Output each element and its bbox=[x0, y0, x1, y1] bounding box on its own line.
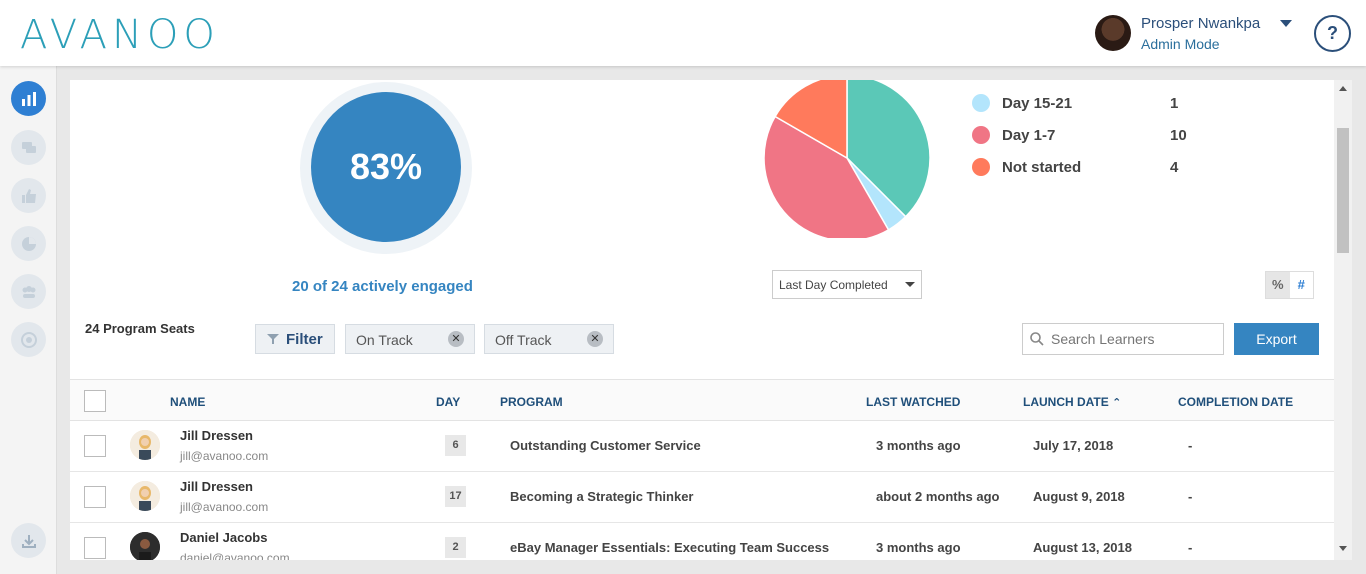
search-icon bbox=[1030, 332, 1044, 346]
column-header-name[interactable]: NAME bbox=[170, 395, 205, 409]
legend-value: 1 bbox=[1170, 94, 1179, 112]
legend-item: Day 1-7 10 bbox=[972, 125, 1187, 145]
last-watched: 3 months ago bbox=[876, 438, 961, 453]
display-toggle: % # bbox=[1265, 271, 1314, 299]
bar-chart-icon[interactable] bbox=[11, 81, 46, 116]
download-icon[interactable] bbox=[11, 523, 46, 558]
scroll-down-arrow-icon[interactable] bbox=[1339, 546, 1347, 551]
avatar bbox=[130, 430, 160, 460]
legend-dot bbox=[972, 94, 990, 112]
row-checkbox[interactable] bbox=[84, 435, 106, 457]
last-watched: 3 months ago bbox=[876, 540, 961, 555]
engagement-percent: 83% bbox=[311, 92, 461, 242]
chart-metric-select[interactable]: Last Day Completed bbox=[772, 270, 922, 299]
legend-dot bbox=[972, 126, 990, 144]
chip-label: On Track bbox=[356, 332, 413, 348]
people-icon[interactable] bbox=[11, 274, 46, 309]
day-badge: 6 bbox=[445, 435, 466, 456]
sidebar bbox=[0, 66, 57, 574]
table-row[interactable]: Jill Dressen jill@avanoo.com 6 Outstandi… bbox=[70, 421, 1334, 472]
chip-label: Off Track bbox=[495, 332, 552, 348]
launch-date: July 17, 2018 bbox=[1033, 438, 1114, 453]
completion-date: - bbox=[1188, 438, 1193, 453]
user-avatar[interactable] bbox=[1095, 15, 1131, 51]
completion-date: - bbox=[1188, 540, 1193, 555]
column-header-completion-date[interactable]: COMPLETION DATE bbox=[1178, 395, 1293, 409]
legend-value: 4 bbox=[1170, 158, 1179, 176]
column-header-last-watched[interactable]: LAST WATCHED bbox=[866, 395, 960, 409]
program-name: Becoming a Strategic Thinker bbox=[510, 489, 694, 504]
launch-date-label: LAUNCH DATE bbox=[1023, 395, 1109, 409]
target-icon[interactable] bbox=[11, 322, 46, 357]
pie-chart-icon[interactable] bbox=[11, 226, 46, 261]
user-mode: Admin Mode bbox=[1141, 36, 1220, 52]
filter-label: Filter bbox=[286, 330, 323, 348]
chevron-down-icon bbox=[905, 282, 915, 287]
learner-name: Jill Dressen bbox=[180, 479, 253, 494]
user-name[interactable]: Prosper Nwankpa bbox=[1141, 15, 1260, 32]
table-row[interactable]: Jill Dressen jill@avanoo.com 17 Becoming… bbox=[70, 472, 1334, 523]
learner-name: Jill Dressen bbox=[180, 428, 253, 443]
avanoo-logo[interactable]: AVANOO bbox=[20, 12, 220, 58]
program-name: eBay Manager Essentials: Executing Team … bbox=[510, 540, 830, 555]
sort-ascending-icon: ⌃ bbox=[1112, 397, 1122, 409]
export-button[interactable]: Export bbox=[1234, 323, 1319, 355]
count-toggle-button[interactable]: # bbox=[1289, 272, 1313, 298]
filter-button[interactable]: Filter bbox=[255, 324, 335, 354]
close-icon[interactable]: ✕ bbox=[448, 331, 464, 347]
legend-label: Day 1-7 bbox=[1002, 126, 1056, 144]
search-input[interactable] bbox=[1051, 331, 1211, 347]
table-row[interactable]: Daniel Jacobs daniel@avanoo.com 2 eBay M… bbox=[70, 523, 1334, 560]
engagement-caption[interactable]: 20 of 24 actively engaged bbox=[292, 278, 473, 295]
filter-chip-on-track[interactable]: On Track ✕ bbox=[345, 324, 475, 354]
column-header-program[interactable]: PROGRAM bbox=[500, 395, 563, 409]
row-checkbox[interactable] bbox=[84, 537, 106, 559]
program-name: Outstanding Customer Service bbox=[510, 438, 701, 453]
thumbs-up-icon[interactable] bbox=[11, 178, 46, 213]
row-checkbox[interactable] bbox=[84, 486, 106, 508]
legend-label: Day 15-21 bbox=[1002, 94, 1073, 112]
legend-dot bbox=[972, 158, 990, 176]
learner-email: jill@avanoo.com bbox=[180, 449, 269, 463]
scrollbar-thumb[interactable] bbox=[1337, 128, 1349, 253]
learner-name: Daniel Jacobs bbox=[180, 530, 268, 545]
day-badge: 17 bbox=[445, 486, 466, 507]
select-all-checkbox[interactable] bbox=[84, 390, 106, 412]
search-box[interactable] bbox=[1022, 323, 1224, 355]
column-header-launch-date[interactable]: LAUNCH DATE ⌃ bbox=[1023, 395, 1121, 409]
close-icon[interactable]: ✕ bbox=[587, 331, 603, 347]
percent-toggle-button[interactable]: % bbox=[1266, 272, 1290, 298]
legend-label: Not started bbox=[1002, 158, 1082, 176]
legend-item: Day 15-21 1 bbox=[972, 93, 1178, 113]
learner-email: daniel@avanoo.com bbox=[180, 551, 290, 560]
table-header: NAME DAY PROGRAM LAST WATCHED LAUNCH DAT… bbox=[70, 379, 1334, 421]
completion-date: - bbox=[1188, 489, 1193, 504]
program-seats: 24 Program Seats bbox=[85, 321, 195, 336]
legend-value: 10 bbox=[1170, 126, 1187, 144]
progress-pie-chart bbox=[763, 80, 931, 238]
scroll-up-arrow-icon[interactable] bbox=[1339, 86, 1347, 91]
dashboard-panel: 83% 20 of 24 actively engaged Day 15-21 … bbox=[70, 80, 1334, 560]
top-bar: AVANOO Prosper Nwankpa Admin Mode ? bbox=[0, 0, 1366, 66]
filter-icon bbox=[267, 334, 279, 344]
chevron-down-icon[interactable] bbox=[1280, 20, 1292, 27]
day-badge: 2 bbox=[445, 537, 466, 558]
legend-item: Not started 4 bbox=[972, 157, 1178, 177]
avatar bbox=[130, 481, 160, 511]
launch-date: August 13, 2018 bbox=[1033, 540, 1132, 555]
learner-email: jill@avanoo.com bbox=[180, 500, 269, 514]
chat-icon[interactable] bbox=[11, 130, 46, 165]
select-value: Last Day Completed bbox=[779, 278, 888, 292]
column-header-day[interactable]: DAY bbox=[436, 395, 460, 409]
launch-date: August 9, 2018 bbox=[1033, 489, 1125, 504]
help-button[interactable]: ? bbox=[1314, 15, 1351, 52]
last-watched: about 2 months ago bbox=[876, 489, 1000, 504]
filter-chip-off-track[interactable]: Off Track ✕ bbox=[484, 324, 614, 354]
avatar bbox=[130, 532, 160, 560]
